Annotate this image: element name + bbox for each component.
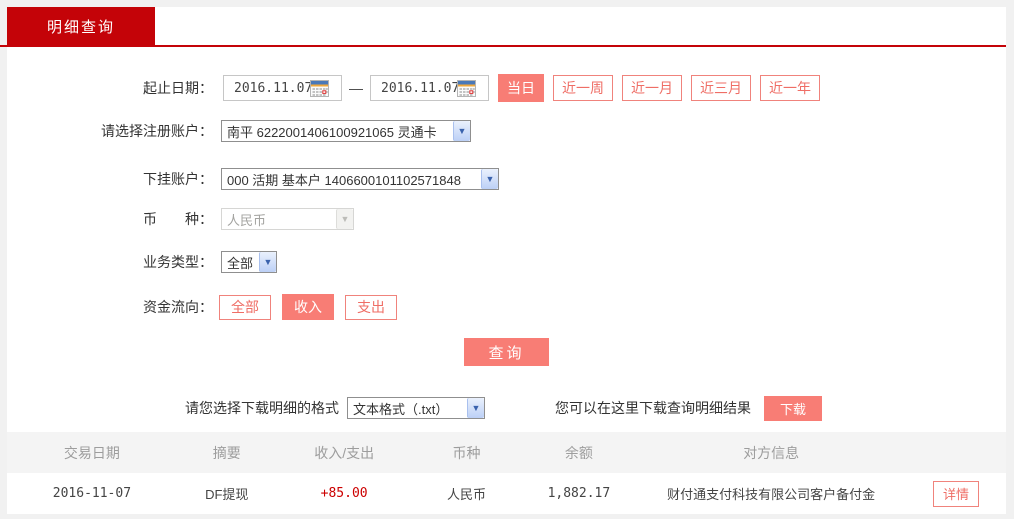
quick-range-month-button[interactable]: 近一月 bbox=[622, 75, 682, 101]
table-header: 交易日期 摘要 收入/支出 币种 余额 对方信息 bbox=[7, 432, 1006, 473]
chevron-down-icon: ▼ bbox=[336, 209, 353, 229]
register-account-row: 请选择注册账户： 南平 6222001406100921065 灵通卡 ▼ bbox=[7, 119, 471, 143]
chevron-down-icon[interactable]: ▼ bbox=[467, 398, 484, 418]
quick-range-year-button[interactable]: 近一年 bbox=[760, 75, 820, 101]
quick-range-week-button[interactable]: 近一周 bbox=[553, 75, 613, 101]
date-range-label: 起止日期： bbox=[143, 80, 213, 96]
fund-flow-income-button[interactable]: 收入 bbox=[282, 294, 334, 320]
download-format-value: 文本格式（.txt） bbox=[353, 401, 449, 417]
start-date-input[interactable] bbox=[224, 77, 310, 99]
currency-label: 币 种： bbox=[143, 211, 213, 227]
sub-account-row: 下挂账户： 000 活期 基本户 1406600101102571848 ▼ bbox=[7, 167, 499, 191]
cell-balance: 1,882.17 bbox=[547, 486, 611, 501]
fund-flow-all-button[interactable]: 全部 bbox=[219, 294, 271, 320]
chevron-down-icon[interactable]: ▼ bbox=[481, 169, 498, 189]
cell-summary: DF提现 bbox=[205, 487, 249, 502]
detail-query-page: 明细查询 起止日期： — bbox=[0, 0, 1014, 519]
col-header-currency: 币种 bbox=[452, 444, 481, 461]
business-type-row: 业务类型： 全部 ▼ bbox=[7, 250, 277, 274]
business-type-value: 全部 bbox=[227, 255, 254, 271]
business-type-select[interactable]: 全部 ▼ bbox=[221, 251, 277, 273]
download-format-select[interactable]: 文本格式（.txt） ▼ bbox=[347, 397, 485, 419]
col-header-balance: 余额 bbox=[564, 444, 593, 461]
download-format-label: 请您选择下载明细的格式 bbox=[185, 400, 339, 416]
end-date-input[interactable] bbox=[371, 77, 457, 99]
fund-flow-label: 资金流向： bbox=[143, 299, 213, 315]
detail-button[interactable]: 详情 bbox=[932, 480, 979, 507]
tab-detail-query[interactable]: 明细查询 bbox=[7, 7, 155, 45]
query-panel: 起止日期： — bbox=[7, 7, 1006, 514]
quick-range-today-button[interactable]: 当日 bbox=[498, 74, 544, 102]
table-row: 2016-11-07 DF提现 +85.00 人民币 1,882.17 财付通支… bbox=[7, 473, 1006, 514]
register-account-value: 南平 6222001406100921065 灵通卡 bbox=[227, 124, 437, 140]
tab-label: 明细查询 bbox=[46, 18, 115, 36]
col-header-date: 交易日期 bbox=[63, 444, 120, 461]
download-row: 请您选择下载明细的格式 文本格式（.txt） ▼ 您可以在这里下载查询明细结果 … bbox=[7, 395, 822, 421]
sub-account-label: 下挂账户： bbox=[143, 171, 213, 187]
business-type-label: 业务类型： bbox=[143, 254, 213, 270]
quick-range-3months-button[interactable]: 近三月 bbox=[691, 75, 751, 101]
sub-account-value: 000 活期 基本户 1406600101102571848 bbox=[227, 172, 461, 188]
register-account-label: 请选择注册账户： bbox=[101, 123, 213, 139]
col-header-amount: 收入/支出 bbox=[314, 444, 375, 461]
cell-date: 2016-11-07 bbox=[52, 486, 132, 501]
currency-row: 币 种： 人民币 ▼ bbox=[7, 207, 354, 231]
chevron-down-icon[interactable]: ▼ bbox=[453, 121, 470, 141]
chevron-down-icon[interactable]: ▼ bbox=[259, 252, 276, 272]
cell-amount: +85.00 bbox=[320, 486, 368, 501]
download-button[interactable]: 下载 bbox=[764, 395, 822, 421]
fund-flow-row: 资金流向： 全部 收入 支出 bbox=[7, 293, 397, 321]
tab-underline bbox=[0, 45, 1006, 47]
calendar-icon[interactable] bbox=[310, 79, 329, 97]
calendar-icon[interactable] bbox=[457, 79, 476, 97]
date-separator: — bbox=[349, 80, 363, 96]
currency-select: 人民币 ▼ bbox=[221, 208, 354, 230]
download-hint: 您可以在这里下载查询明细结果 bbox=[555, 400, 751, 416]
cell-counterparty: 财付通支付科技有限公司客户备付金 bbox=[667, 487, 876, 502]
query-button[interactable]: 查询 bbox=[464, 338, 549, 366]
start-date-field[interactable] bbox=[223, 75, 342, 101]
col-header-counterparty: 对方信息 bbox=[743, 444, 800, 461]
fund-flow-expense-button[interactable]: 支出 bbox=[345, 294, 397, 320]
sub-account-select[interactable]: 000 活期 基本户 1406600101102571848 ▼ bbox=[221, 168, 499, 190]
col-header-summary: 摘要 bbox=[212, 444, 241, 461]
end-date-field[interactable] bbox=[370, 75, 489, 101]
date-range-row: 起止日期： — bbox=[7, 73, 820, 103]
cell-currency: 人民币 bbox=[447, 487, 487, 502]
currency-value: 人民币 bbox=[227, 212, 267, 228]
register-account-select[interactable]: 南平 6222001406100921065 灵通卡 ▼ bbox=[221, 120, 471, 142]
